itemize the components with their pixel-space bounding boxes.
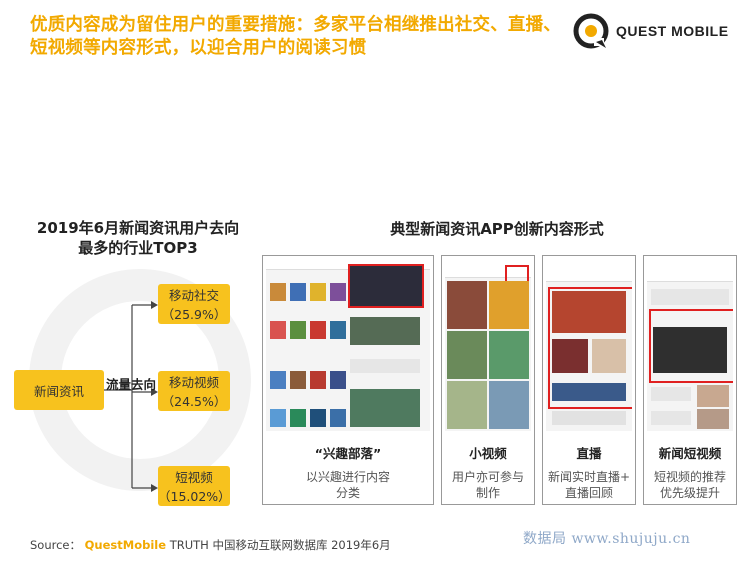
panel-description: 以兴趣进行内容 分类 xyxy=(263,469,433,501)
destination-box-social: 移动社交 （25.9%） xyxy=(158,284,230,324)
panel-description: 用户亦可参与 制作 xyxy=(442,469,534,501)
panel-desc-line1: 短视频的推荐 xyxy=(653,470,726,484)
panel-desc-line2: 制作 xyxy=(475,486,500,500)
panel-title: “兴趣部落” xyxy=(314,446,382,461)
panel-title: 直播 xyxy=(576,446,602,461)
site-watermark: 数据局 www.shujuju.cn xyxy=(523,531,691,547)
destination-label: 移动社交 xyxy=(168,288,219,303)
panel-desc-line1: 新闻实时直播+ xyxy=(547,470,631,484)
panel-desc-line1: 用户亦可参与 xyxy=(451,470,524,484)
destination-box-video: 移动视频 （24.5%） xyxy=(158,371,230,411)
panel-desc-line2: 分类 xyxy=(335,486,360,500)
panel-news-short-video: 新闻短视频 短视频的推荐 优先级提升 xyxy=(643,255,737,505)
panel-live: 直播 新闻实时直播+ 直播回顾 xyxy=(542,255,636,505)
destination-box-short-video: 短视频 （15.02%） xyxy=(158,466,231,506)
source-label: Source： xyxy=(30,538,81,552)
destination-value: （15.02%） xyxy=(158,489,231,504)
source-box-news: 新闻资讯 xyxy=(14,370,104,410)
source-line: Source： QuestMobile TRUTH 中国移动互联网数据库 201… xyxy=(30,537,391,553)
panel-mini-video: 小视频 用户亦可参与 制作 xyxy=(441,255,535,505)
panel-desc-line2: 直播回顾 xyxy=(564,486,613,500)
destination-label: 移动视频 xyxy=(168,375,219,390)
mini-video-screenshot xyxy=(445,259,531,431)
panel-desc-line2: 优先级提升 xyxy=(659,486,720,500)
destination-value: （25.9%） xyxy=(161,307,227,322)
panel-interest-tribe: “兴趣部落” 以兴趣进行内容 分类 xyxy=(262,255,434,505)
source-text: TRUTH 中国移动互联网数据库 2019年6月 xyxy=(169,538,391,552)
source-box-label: 新闻资讯 xyxy=(33,383,84,399)
live-screenshot xyxy=(546,259,632,431)
source-brand: QuestMobile xyxy=(84,538,167,552)
destination-label: 短视频 xyxy=(175,470,213,485)
news-short-video-screenshot xyxy=(647,259,733,431)
interest-tribe-screenshot xyxy=(266,259,430,431)
destination-value: （24.5%） xyxy=(161,394,227,409)
right-heading: 典型新闻资讯APP创新内容形式 xyxy=(390,220,604,238)
flow-label: 流量去向 xyxy=(106,377,157,392)
panel-description: 新闻实时直播+ 直播回顾 xyxy=(543,469,635,501)
panel-title: 小视频 xyxy=(469,446,507,461)
panel-description: 短视频的推荐 优先级提升 xyxy=(644,469,736,501)
panel-desc-line1: 以兴趣进行内容 xyxy=(305,470,390,484)
panel-title: 新闻短视频 xyxy=(658,446,722,461)
